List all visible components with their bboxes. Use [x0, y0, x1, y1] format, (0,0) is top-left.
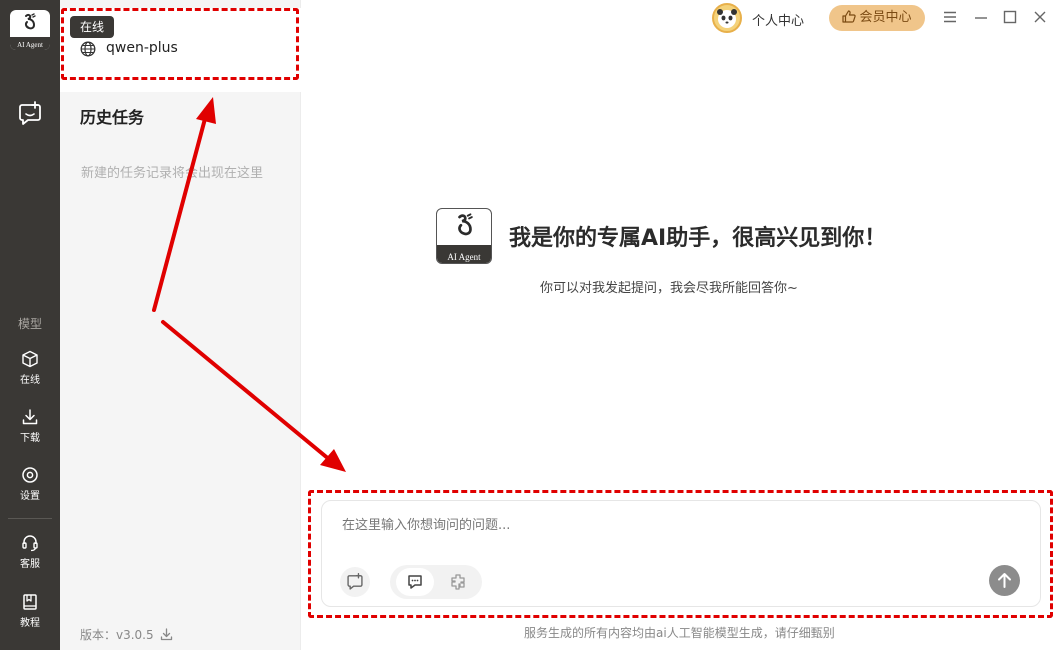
menu-icon[interactable]: [942, 9, 958, 25]
hero-logo-text: AI Agent: [447, 252, 481, 262]
avatar[interactable]: [712, 3, 742, 33]
ai-disclaimer: 服务生成的所有内容均由ai人工智能模型生成，请仔细甄别: [524, 626, 835, 640]
gear-icon: [22, 467, 38, 483]
rail-item-support[interactable]: 客服: [0, 534, 60, 582]
rail-item-tutorial[interactable]: 教程: [0, 593, 60, 641]
vip-center-button[interactable]: 会员中心: [829, 5, 925, 31]
panda-avatar-icon: [717, 9, 737, 28]
welcome-subtitle: 你可以对我发起提问，我会尽我所能回答你~: [540, 281, 798, 296]
version-text: 版本：v3.0.5: [80, 628, 154, 642]
rail-item-label: 教程: [20, 618, 40, 629]
online-tag: 在线: [70, 16, 115, 38]
hero-logo: AI Agent: [436, 208, 492, 264]
hand-logo-icon: [458, 213, 473, 236]
sidebar: qwen-plus 在线 历史任务 新建的任务记录将会出现在这里 版本：v3.0…: [60, 0, 301, 650]
new-chat-button[interactable]: [17, 101, 43, 127]
vip-center-label: 会员中心: [859, 10, 912, 25]
rail-item-online[interactable]: 在线: [0, 350, 60, 398]
welcome-title: 我是你的专属AI助手，很高兴见到你！: [509, 226, 887, 251]
send-button[interactable]: [989, 565, 1020, 596]
version-link[interactable]: 版本：v3.0.5: [80, 626, 173, 643]
history-title: 历史任务: [80, 108, 145, 127]
chat-plus-icon: [19, 101, 41, 125]
arrow-up-icon: [998, 573, 1011, 588]
plugin-mode-button[interactable]: [440, 568, 476, 596]
top-bar: 个人中心 会员中心: [301, 0, 1060, 34]
new-chat-tool-button[interactable]: [340, 567, 370, 597]
model-name: qwen-plus: [106, 40, 178, 56]
hand-logo-icon: [24, 13, 36, 30]
headset-icon: [22, 535, 38, 552]
minimize-icon[interactable]: [973, 9, 989, 25]
rail-item-label: 客服: [20, 559, 40, 570]
history-empty-text: 新建的任务记录将会出现在这里: [81, 166, 264, 181]
maximize-icon[interactable]: [1002, 9, 1018, 25]
rail-divider: [8, 518, 52, 519]
rail-item-download[interactable]: 下载: [0, 408, 60, 456]
question-input[interactable]: [342, 513, 1002, 537]
chat-bubble-icon: [408, 575, 422, 589]
download-icon: [22, 409, 38, 425]
rail-item-label: 在线: [20, 375, 40, 386]
personal-center-link[interactable]: 个人中心: [752, 10, 804, 29]
logo-text: AI Agent: [17, 41, 43, 49]
download-icon: [161, 628, 173, 641]
globe-icon: [80, 41, 96, 57]
rail-section-label: 模型: [17, 317, 42, 331]
mode-toggle-group: [390, 565, 482, 599]
rail-item-label: 下载: [20, 433, 40, 444]
rail-item-settings[interactable]: 设置: [0, 466, 60, 514]
composer: [321, 500, 1041, 607]
left-rail: AI Agent 模型 在线 下载 设置 客服 教程: [0, 0, 60, 650]
rail-item-label: 设置: [20, 491, 40, 502]
thumbs-up-icon: [842, 10, 857, 23]
book-icon: [23, 594, 37, 610]
chat-plus-icon: [347, 573, 363, 590]
chat-mode-button[interactable]: [396, 568, 434, 596]
cube-icon: [22, 350, 38, 368]
puzzle-icon: [451, 574, 465, 590]
close-icon[interactable]: [1032, 9, 1048, 25]
